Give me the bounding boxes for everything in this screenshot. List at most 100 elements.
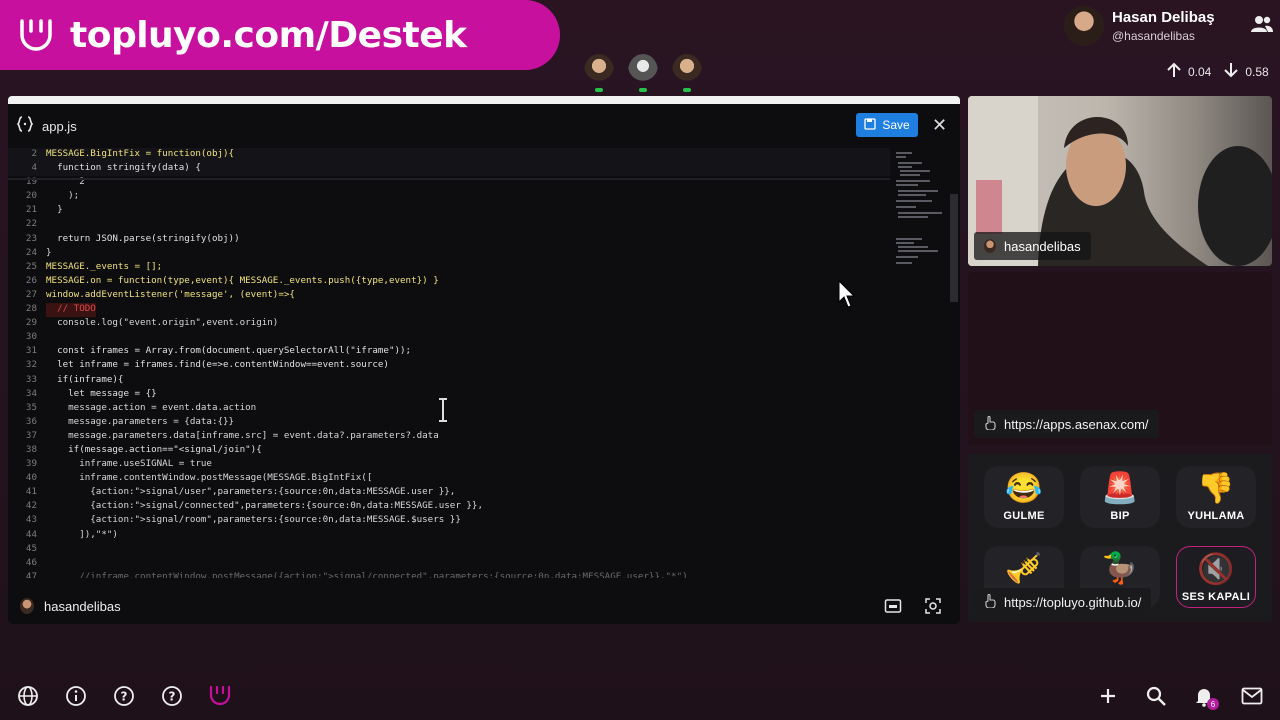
svg-text:?: ? [121,690,128,704]
code-line[interactable]: 41 {action:">signal/user",parameters:{so… [8,486,890,500]
arrow-up-icon [1166,62,1182,81]
laughing-face-icon: 😂 [1005,472,1043,505]
code-line[interactable]: 42 {action:">signal/connected",parameter… [8,500,890,514]
code-text: window.addEventListener('message', (even… [46,288,295,300]
line-number: 40 [25,472,37,484]
line-number: 25 [25,260,37,272]
floppy-disk-icon [864,117,876,133]
code-line[interactable]: 20 ); [8,190,890,204]
bell-icon[interactable]: 6 [1192,684,1219,710]
code-text: } [46,246,52,258]
avatar[interactable] [1064,6,1104,46]
code-text: {action:">signal/user",parameters:{sourc… [46,486,456,498]
line-number: 29 [25,317,37,329]
code-line[interactable]: 28 // TODO [8,303,890,318]
code-line[interactable]: 21 } [8,204,890,218]
plus-icon[interactable] [1096,684,1120,708]
line-number: 45 [25,542,37,554]
line-number: 22 [25,218,37,230]
code-text: message.parameters = {data:{}} [46,415,235,427]
brand-banner[interactable]: topluyo.com/Destek [0,0,560,70]
webcam-username: hasandelibas [1004,238,1081,254]
code-text: let inframe = iframes.find(e=>e.contentW… [46,359,389,371]
participant-avatar[interactable] [672,54,702,92]
code-line[interactable]: 40 inframe.contentWindow.postMessage(MES… [8,472,890,486]
code-line[interactable]: 32 let inframe = iframes.find(e=>e.conte… [8,359,890,373]
download-rate: 0.58 [1245,64,1269,79]
search-icon[interactable] [1144,684,1168,708]
reaction-bip[interactable]: 🚨 BIP [1080,466,1160,528]
line-number: 24 [25,246,37,258]
code-editor-panel: app.js Save ✕ 2 MESSAGE.BigIntFix = funct… [8,96,960,624]
duck-icon: 🦆 [1101,552,1139,585]
picture-in-picture-icon[interactable] [884,597,902,620]
user-profile[interactable]: Hasan Delibaş @hasandelibas [1064,4,1274,48]
code-line[interactable]: 37 message.parameters.data[inframe.src] … [8,430,890,444]
code-text: console.log("event.origin",event.origin) [46,317,279,329]
code-line[interactable]: 2 MESSAGE.BigIntFix = function(obj){ [8,148,890,163]
code-line[interactable]: 46 [8,557,890,571]
participant-avatar[interactable] [628,54,658,92]
participant-avatar[interactable] [584,54,614,92]
reaction-gulme[interactable]: 😂 GULME [984,466,1064,528]
line-number: 44 [25,528,37,540]
app-url-chip[interactable]: https://apps.asenax.com/ [974,410,1159,438]
line-number: 41 [25,486,37,498]
topluyo-logo-icon[interactable] [208,684,232,708]
line-number: 42 [25,500,37,512]
webcam-label: hasandelibas [974,232,1091,260]
close-button[interactable]: ✕ [932,116,947,134]
code-line[interactable]: 43 {action:">signal/room",parameters:{so… [8,514,890,528]
code-line[interactable]: 29 console.log("event.origin",event.orig… [8,317,890,331]
code-line[interactable]: 4 function stringify(data) { [8,162,890,177]
code-text: {action:">signal/connected",parameters:{… [46,500,483,512]
code-line[interactable]: 38 if(message.action=="<signal/join"){ [8,444,890,458]
code-line[interactable]: 44 ]),"*") [8,529,890,543]
code-line[interactable]: 39 inframe.useSIGNAL = true [8,458,890,472]
code-line[interactable]: 33 if(inframe){ [8,374,890,388]
editor-scrollbar[interactable] [950,194,958,302]
reaction-yuhlama[interactable]: 👎 YUHLAMA [1176,466,1256,528]
info-icon[interactable] [64,684,88,708]
code-minimap[interactable] [892,148,952,578]
code-line[interactable]: 47 //inframe.contentWindow.postMessage({… [8,571,890,578]
reaction-label: GULME [1003,510,1045,522]
code-line[interactable]: 24} [8,247,890,261]
webcam-video[interactable]: hasandelibas [968,96,1272,266]
code-text: if(inframe){ [46,373,124,385]
globe-icon[interactable] [16,684,40,708]
github-url-chip[interactable]: https://topluyo.github.io/ [974,588,1152,616]
line-number: 20 [25,190,37,202]
save-button[interactable]: Save [856,113,918,137]
code-line[interactable]: 27 window.addEventListener('message', (ev… [8,289,890,303]
reaction-ses-kapali[interactable]: 🔇 SES KAPALI [1176,546,1256,608]
code-line[interactable]: 31 const iframes = Array.from(document.q… [8,345,890,359]
line-number: 4 [31,162,37,174]
line-number: 21 [25,204,37,216]
code-line[interactable]: 26 MESSAGE.on = function(type,event){ MES… [8,275,890,289]
muted-speaker-icon: 🔇 [1197,553,1235,586]
help-icon[interactable]: ? [112,684,136,708]
sticky-scroll-divider [8,178,890,180]
mail-icon[interactable] [1240,684,1264,708]
code-line[interactable]: 23 return JSON.parse(stringify(obj)) [8,233,890,247]
code-text: const iframes = Array.from(document.quer… [46,345,412,357]
thumbs-down-icon: 👎 [1197,472,1235,505]
code-area[interactable]: 2 MESSAGE.BigIntFix = function(obj){4 fun… [8,148,890,578]
help-circle-icon[interactable]: ? [160,684,184,708]
code-line[interactable]: 25 MESSAGE._events = []; [8,261,890,275]
avatar [984,239,996,253]
code-line[interactable]: 45 [8,543,890,557]
code-text: {action:">signal/room",parameters:{sourc… [46,514,461,526]
line-number: 2 [31,148,37,159]
code-line[interactable]: 22 [8,218,890,232]
line-number: 23 [25,232,37,244]
line-number: 34 [25,387,37,399]
line-number: 36 [25,415,37,427]
code-line[interactable]: 30 [8,331,890,345]
screenshot-icon[interactable] [924,597,942,620]
line-number: 26 [25,274,37,286]
close-icon: ✕ [932,115,948,135]
code-text: ]),"*") [46,528,118,540]
people-icon[interactable] [1250,14,1274,39]
